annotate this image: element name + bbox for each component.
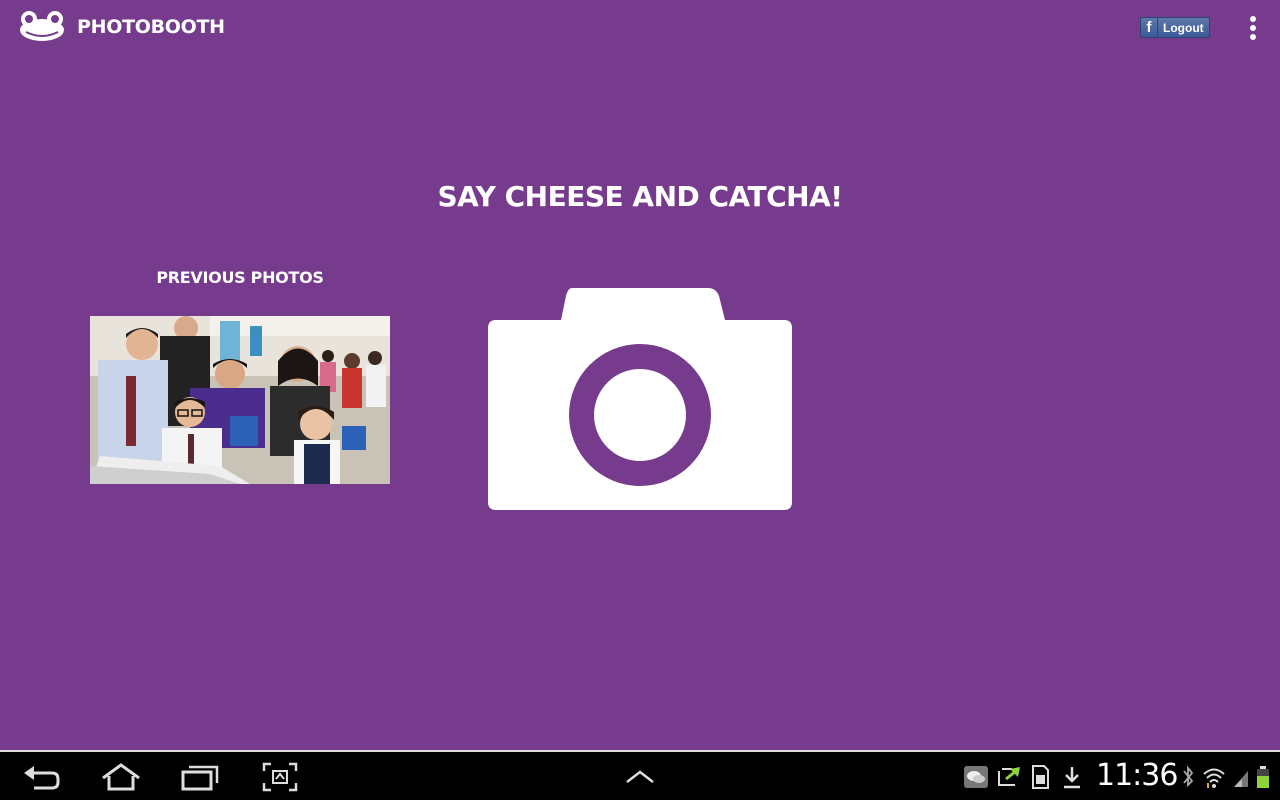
screenshot-icon[interactable] — [262, 762, 298, 792]
previous-photo-thumbnail[interactable] — [90, 316, 390, 484]
wifi-icon — [1203, 768, 1225, 788]
camera-icon — [488, 288, 792, 510]
overflow-menu-icon[interactable] — [1243, 15, 1263, 41]
download-icon[interactable] — [1062, 765, 1082, 789]
photo-image — [90, 316, 390, 484]
home-icon[interactable] — [100, 762, 142, 792]
recent-apps-icon[interactable] — [181, 762, 219, 792]
chat-notification-icon[interactable] — [963, 765, 989, 789]
app-title: PHOTOBOOTH — [77, 16, 225, 38]
page-headline: SAY CHEESE AND CATCHA! — [437, 180, 843, 213]
signal-icon — [1234, 771, 1248, 787]
facebook-icon: f — [1141, 18, 1158, 37]
bluetooth-icon — [1183, 765, 1194, 788]
take-photo-button[interactable] — [488, 288, 792, 514]
sync-icon[interactable] — [996, 765, 1022, 789]
back-icon[interactable] — [22, 762, 62, 792]
sd-card-icon[interactable] — [1030, 765, 1050, 789]
facebook-logout-button[interactable]: f Logout — [1140, 17, 1210, 38]
system-navigation-bar: 11:36 — [0, 750, 1280, 800]
action-bar: PHOTOBOOTH f Logout — [0, 0, 1280, 56]
logout-label: Logout — [1163, 20, 1204, 35]
up-arrow-icon[interactable] — [624, 762, 656, 792]
battery-icon — [1257, 766, 1269, 788]
frog-logo-icon[interactable] — [18, 10, 66, 44]
previous-photos-label: PREVIOUS PHOTOS — [156, 268, 324, 287]
status-clock: 11:36 — [1096, 758, 1178, 793]
